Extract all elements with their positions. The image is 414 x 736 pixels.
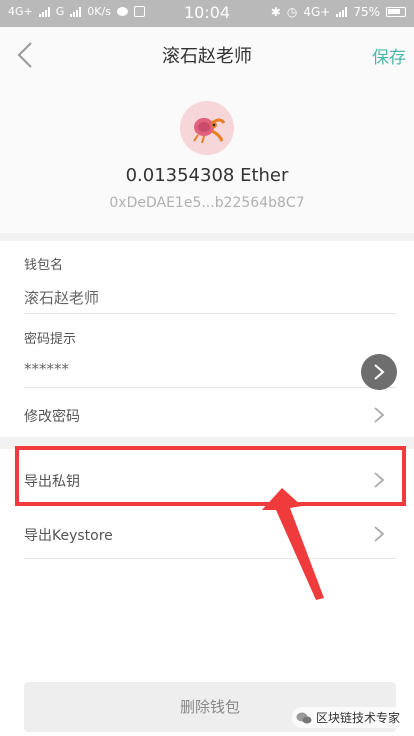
page-title: 滚石赵老师 <box>162 46 252 67</box>
status-bar: 4G+ G 0K/s 10:04 ✱ ◷ 4G+ 75% <box>0 0 414 27</box>
back-button[interactable] <box>14 41 38 69</box>
chevron-left-icon <box>17 42 32 68</box>
status-right: ✱ ◷ 4G+ 75% <box>271 5 406 19</box>
chevron-right-icon[interactable] <box>372 472 386 488</box>
bluetooth-icon: ✱ <box>270 5 281 19</box>
wallet-avatar <box>180 101 234 155</box>
nav-header: 滚石赵老师 保存 <box>0 27 414 83</box>
menu-change-password[interactable]: 修改密码 <box>24 406 80 426</box>
battery-percent: 75% <box>353 5 380 19</box>
menu-export-keystore[interactable]: 导出Keystore <box>24 525 113 545</box>
wallet-balance: 0.01354308 Ether <box>125 165 289 186</box>
section-divider <box>0 233 414 241</box>
chevron-right-icon[interactable] <box>372 407 386 423</box>
watermark-text: 区块链技术专家 <box>315 711 400 725</box>
password-hint-input[interactable]: ****** <box>24 360 69 378</box>
chevron-right-icon[interactable] <box>372 526 386 542</box>
wallet-name-label: 钱包名 <box>24 258 64 273</box>
alarm-icon: ◷ <box>286 5 298 19</box>
chevron-right-icon <box>374 364 385 380</box>
menu-export-private-key[interactable]: 导出私钥 <box>24 471 80 491</box>
divider <box>24 505 396 506</box>
save-button[interactable]: 保存 <box>372 43 406 68</box>
watermark: 区块链技术专家 <box>291 707 404 728</box>
floating-action-button[interactable] <box>361 354 397 390</box>
wechat-icon <box>296 712 312 723</box>
hermit-crab-icon <box>180 101 234 155</box>
wallet-name-input[interactable]: 滚石赵老师 <box>24 287 99 308</box>
network-type-3: 4G+ <box>303 5 331 19</box>
divider <box>24 387 396 388</box>
section-divider <box>0 437 414 449</box>
wallet-address: 0xDeDAE1e5...b22564b8C7 <box>109 195 305 211</box>
battery-icon <box>386 7 406 17</box>
password-hint-label: 密码提示 <box>24 332 77 347</box>
signal-icon-3 <box>336 7 348 17</box>
wallet-summary: 0.01354308 Ether 0xDeDAE1e5...b22564b8C7 <box>0 83 414 233</box>
divider <box>24 313 396 314</box>
divider <box>24 558 396 559</box>
